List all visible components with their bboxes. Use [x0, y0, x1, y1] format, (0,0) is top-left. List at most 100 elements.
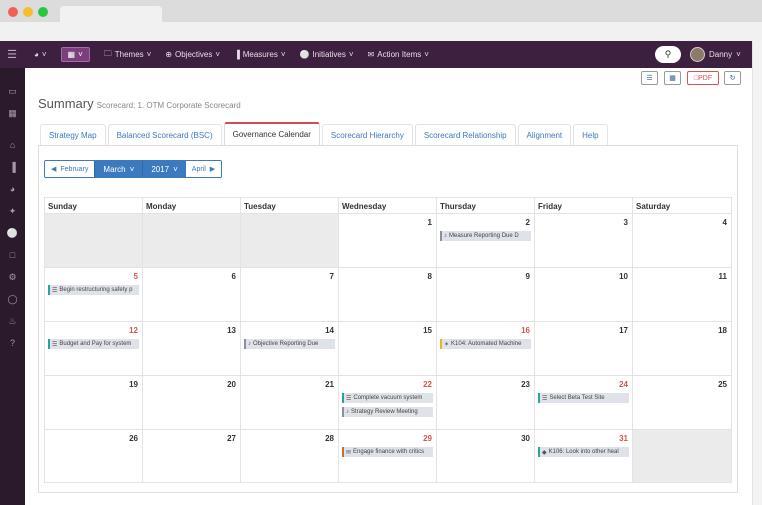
tab-governance-calendar[interactable]: Governance Calendar [223, 122, 320, 145]
calendar-day[interactable]: 28 [241, 430, 339, 482]
print-button[interactable]: ▦ [664, 71, 681, 85]
calendar-day[interactable]: 31 ◆ K106: Look into other heal [535, 430, 633, 482]
nav-measures[interactable]: ▐ Measures ˅ [234, 50, 285, 59]
calendar-day[interactable]: 24 ☰ Select Beta Test Site [535, 376, 633, 429]
calendar-day[interactable]: 15 [339, 322, 437, 375]
tab-alignment[interactable]: Alignment [517, 124, 572, 145]
next-month-button[interactable]: April ▶ [185, 161, 222, 177]
weekday-header: Wednesday [339, 198, 437, 213]
calendar-day[interactable]: 13 [143, 322, 241, 375]
calendar-day[interactable]: 10 [535, 268, 633, 321]
calendar-day[interactable]: 5 ☰ Begin restructuring safety p [45, 268, 143, 321]
refresh-button[interactable]: ↻ [724, 71, 741, 85]
calendar-day[interactable]: 21 [241, 376, 339, 429]
maximize-window-button[interactable] [38, 7, 48, 17]
calendar-day[interactable]: 16 ✶ K104: Automated Machine [437, 322, 535, 375]
sidebar-home-icon[interactable]: ⌂ [0, 140, 25, 150]
calendar-week: 26 27 28 29 ✉ Engage finance with critics 30 31… [44, 429, 732, 483]
calendar: Sunday Monday Tuesday Wednesday Thursday Frid… [44, 197, 732, 483]
sidebar-calendar-icon[interactable]: ▦ [0, 108, 25, 119]
crosshair-icon: ⊕ [165, 50, 173, 59]
calendar-day[interactable]: 7 [241, 268, 339, 321]
calendar-day[interactable]: 19 [45, 376, 143, 429]
dashboard-dropdown[interactable]: ◕ ˅ [34, 50, 47, 59]
calendar-day[interactable]: 11 [633, 268, 731, 321]
calendar-day[interactable]: 2 ♪ Measure Reporting Due D [437, 214, 535, 267]
calendar-event[interactable]: ☰ Budget and Pay for system [48, 339, 139, 349]
sidebar-lightbulb-icon[interactable]: ⚪ [0, 228, 25, 239]
month-navigator: ◀ February March ˅ 2017 ˅ April ▶ [44, 160, 223, 178]
calendar-event[interactable]: ◆ K106: Look into other heal [538, 447, 629, 457]
tab-strategy-map[interactable]: Strategy Map [40, 124, 106, 145]
sidebar-gear-icon[interactable]: ⚙ [0, 272, 25, 283]
scorecard-dropdown[interactable]: ▦ ˅ [60, 47, 90, 62]
left-sidebar: ▭ ▦ ⌂ ▐ ◕ ✦ ⚪ □ ⚙ ◯ ♨ ? [0, 68, 25, 505]
year-select[interactable]: 2017 ˅ [142, 161, 186, 177]
sidebar-wrench-icon[interactable]: ✦ [0, 206, 25, 217]
chevron-down-icon: ˅ [41, 50, 47, 59]
calendar-day[interactable]: 18 [633, 322, 731, 375]
day-number: 3 [623, 218, 628, 227]
list-icon: ☰ [646, 75, 653, 82]
calendar-day[interactable]: 20 [143, 376, 241, 429]
sidebar-compass-icon[interactable]: ◕ [0, 184, 25, 194]
calendar-week: 19 20 21 22 ☰ Complete vacuum system ♪ Strategy… [44, 375, 732, 429]
calendar-day[interactable]: 1 [339, 214, 437, 267]
calendar-day[interactable]: 3 [535, 214, 633, 267]
calendar-day[interactable]: 30 [437, 430, 535, 482]
calendar-day[interactable]: 8 [339, 268, 437, 321]
calendar-event[interactable]: ✶ K104: Automated Machine [440, 339, 531, 349]
calendar-day[interactable]: 4 [633, 214, 731, 267]
day-number: 7 [329, 272, 334, 281]
day-number: 2 [525, 218, 530, 227]
calendar-day[interactable]: 25 [633, 376, 731, 429]
search-button[interactable]: ⚲ [655, 46, 681, 63]
calendar-event[interactable]: ♪ Strategy Review Meeting [342, 407, 433, 417]
day-number: 26 [129, 434, 138, 443]
calendar-event[interactable]: ☰ Complete vacuum system [342, 393, 433, 403]
pdf-export-button[interactable]: □ PDF [687, 71, 719, 85]
tab-balanced-scorecard[interactable]: Balanced Scorecard (BSC) [107, 124, 222, 145]
user-menu[interactable]: Danny ˅ [690, 47, 741, 62]
prev-month-button[interactable]: ◀ February [45, 161, 95, 177]
nav-initiatives[interactable]: ⚪ Initiatives ˅ [300, 50, 354, 59]
tab-scorecard-relationship[interactable]: Scorecard Relationship [414, 124, 516, 145]
sidebar-inbox-icon[interactable]: ▭ [0, 86, 25, 97]
calendar-day[interactable]: 12 ☰ Budget and Pay for system [45, 322, 143, 375]
weekday-header: Friday [535, 198, 633, 213]
sidebar-shield-icon[interactable]: ◯ [0, 294, 25, 305]
calendar-event[interactable]: ♪ Measure Reporting Due D [440, 231, 531, 241]
calendar-day[interactable]: 27 [143, 430, 241, 482]
nav-action-items[interactable]: ✉ Action Items ˅ [368, 50, 429, 59]
calendar-day[interactable]: 22 ☰ Complete vacuum system ♪ Strategy Revie… [339, 376, 437, 429]
nav-themes[interactable]: 🗀 Themes ˅ [104, 48, 152, 62]
tab-help[interactable]: Help [573, 124, 608, 145]
browser-tab[interactable] [60, 6, 162, 22]
calendar-event[interactable]: ✉ Engage finance with critics [342, 447, 433, 457]
calendar-day[interactable]: 29 ✉ Engage finance with critics [339, 430, 437, 482]
month-select[interactable]: March ˅ [94, 161, 143, 177]
list-view-button[interactable]: ☰ [641, 71, 658, 85]
calendar-day[interactable]: 26 [45, 430, 143, 482]
close-window-button[interactable] [8, 7, 18, 17]
calendar-event[interactable]: ☰ Select Beta Test Site [538, 393, 629, 403]
page-scrollbar[interactable] [752, 41, 762, 505]
minimize-window-button[interactable] [23, 7, 33, 17]
tab-scorecard-hierarchy[interactable]: Scorecard Hierarchy [321, 124, 413, 145]
hamburger-menu-icon[interactable]: ☰ [0, 41, 24, 68]
calendar-event[interactable]: ☰ Begin restructuring safety p [48, 285, 139, 295]
calendar-day[interactable]: 6 [143, 268, 241, 321]
calendar-day[interactable]: 9 [437, 268, 535, 321]
calendar-day[interactable]: 17 [535, 322, 633, 375]
nav-objectives[interactable]: ⊕ Objectives ˅ [165, 50, 220, 59]
chevron-down-icon: ˅ [215, 50, 221, 59]
calendar-day[interactable]: 14 ♪ Objective Reporting Due [241, 322, 339, 375]
day-number: 11 [718, 272, 727, 281]
sidebar-fire-icon[interactable]: ♨ [0, 316, 25, 327]
calendar-day[interactable]: 23 [437, 376, 535, 429]
calendar-event[interactable]: ♪ Objective Reporting Due [244, 339, 335, 349]
sidebar-help-icon[interactable]: ? [0, 338, 25, 348]
sidebar-document-icon[interactable]: □ [0, 250, 25, 260]
day-number: 29 [423, 434, 432, 443]
sidebar-chart-icon[interactable]: ▐ [0, 162, 25, 172]
